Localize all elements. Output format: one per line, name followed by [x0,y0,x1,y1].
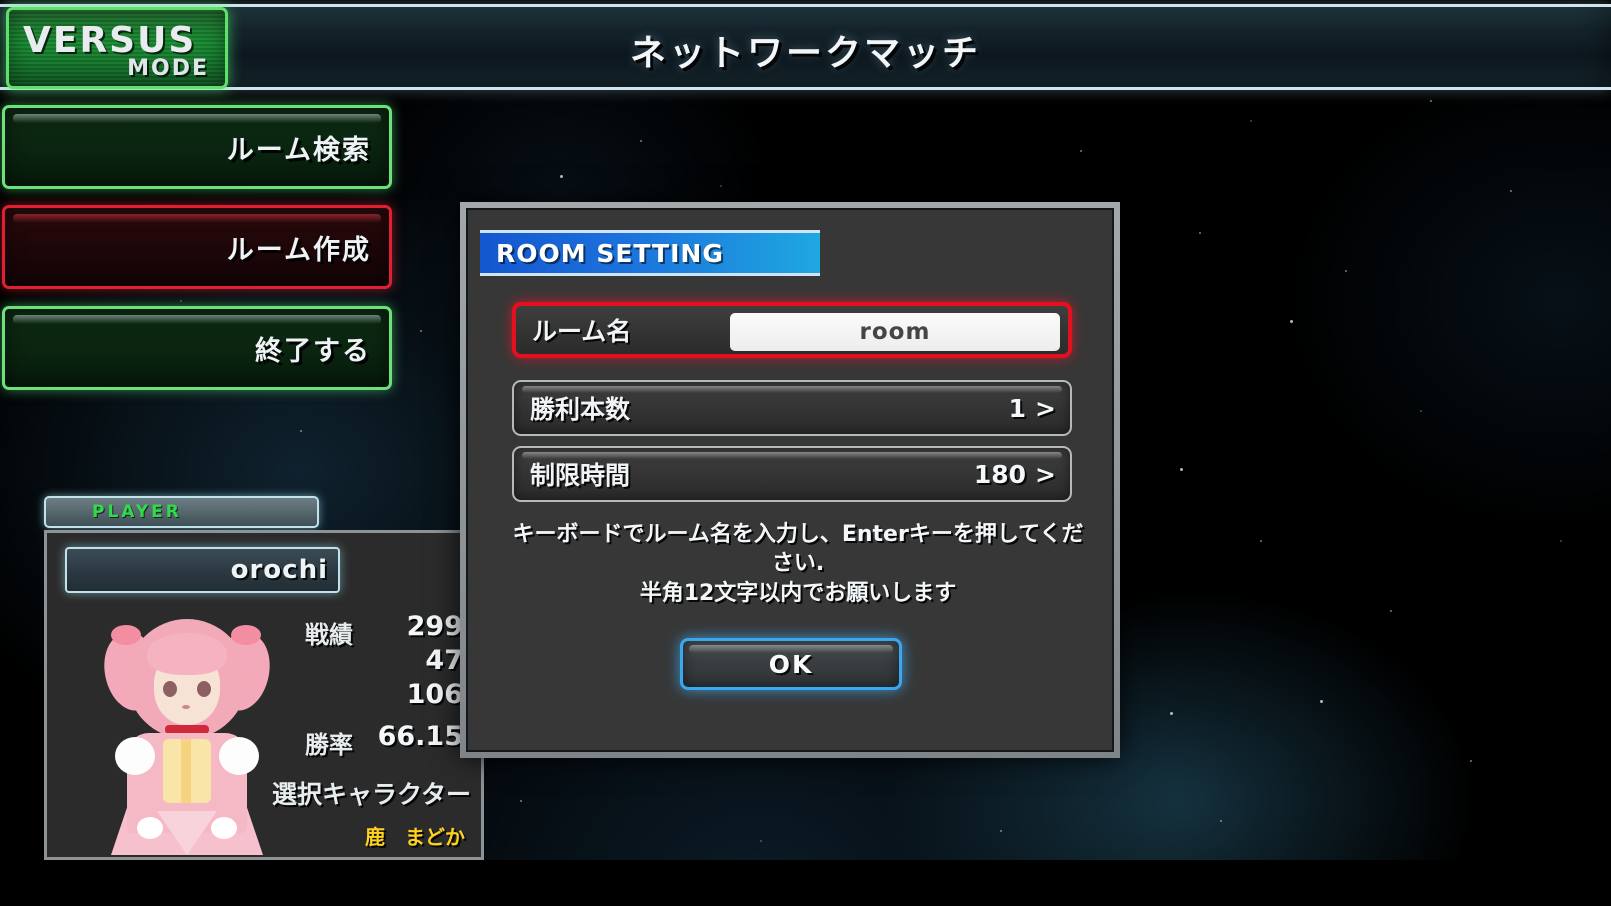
ok-button[interactable]: OK [680,638,902,690]
game-screen: ネットワークマッチ VERSUS MODE ルーム検索 ルーム作成 終了する P… [0,0,1611,906]
time-limit-value: 180 [973,459,1027,489]
character-name: 鹿 まどか [365,825,465,849]
time-limit-value-group: 180 > [974,460,1056,489]
player-info-card: orochi 戦績 299 47 106 勝率 66.15 選択キャラクター 鹿… [44,530,484,860]
menu-item-label: 終了する [255,335,371,367]
player-name: orochi [230,555,328,585]
room-name-row[interactable]: ルーム名 room [512,302,1072,358]
rounds-value: 1 [1008,393,1027,423]
record-value-losses: 47 [425,645,463,676]
player-tab-label: PLAYER [92,502,182,522]
rounds-row[interactable]: 勝利本数 1 > [512,380,1072,436]
menu-item-label: ルーム作成 [226,234,371,266]
time-limit-row[interactable]: 制限時間 180 > [512,446,1072,502]
dialog-title: ROOM SETTING [496,238,724,268]
button-sheen [13,315,381,324]
room-setting-dialog: ROOM SETTING ルーム名 room 勝利本数 1 > 制限時間 180… [460,202,1120,758]
record-value-draws: 106 [406,679,463,710]
menu-item-create-room[interactable]: ルーム作成 [2,205,392,289]
menu-item-exit[interactable]: 終了する [2,306,392,390]
menu-item-room-search[interactable]: ルーム検索 [2,105,392,189]
hint-line-1: キーボードでルーム名を入力し、Enterキーを押してくだ [512,522,1084,547]
ok-button-label: OK [768,649,814,679]
button-sheen [689,645,893,653]
hint-line-3: 半角12文字以内でお願いします [639,580,957,606]
top-header-bar: ネットワークマッチ [0,4,1611,90]
logo-sub-text: MODE [127,56,209,81]
rounds-value-group: 1 > [1009,394,1056,423]
winrate-value: 66.15 [377,721,463,752]
character-portrait [97,605,277,855]
versus-mode-logo: VERSUS MODE [6,7,228,89]
room-name-value: room [859,319,931,345]
hint-line-2: さい. [771,551,825,577]
dialog-title-bar: ROOM SETTING [480,230,820,276]
room-name-label: ルーム名 [532,317,632,346]
record-value-wins: 299 [406,611,463,642]
dialog-hint-text: キーボードでルーム名を入力し、Enterキーを押してくだ さい. 半角12文字以… [492,520,1104,608]
page-title: ネットワークマッチ [629,33,981,74]
chevron-right-icon[interactable]: > [1035,394,1056,423]
record-label: 戦績 [305,621,353,649]
player-tab: PLAYER [44,496,319,528]
button-sheen [13,214,381,223]
menu-item-label: ルーム検索 [226,134,371,166]
rounds-label: 勝利本数 [530,395,631,424]
chevron-right-icon[interactable]: > [1035,460,1056,489]
winrate-label: 勝率 [305,731,353,759]
player-name-box: orochi [65,547,340,593]
room-name-input[interactable]: room [730,313,1060,351]
button-sheen [13,114,381,123]
character-label: 選択キャラクター [271,780,471,809]
time-limit-label: 制限時間 [530,461,631,490]
logo-main-text: VERSUS [23,20,197,61]
bottom-letterbox [0,860,1611,906]
